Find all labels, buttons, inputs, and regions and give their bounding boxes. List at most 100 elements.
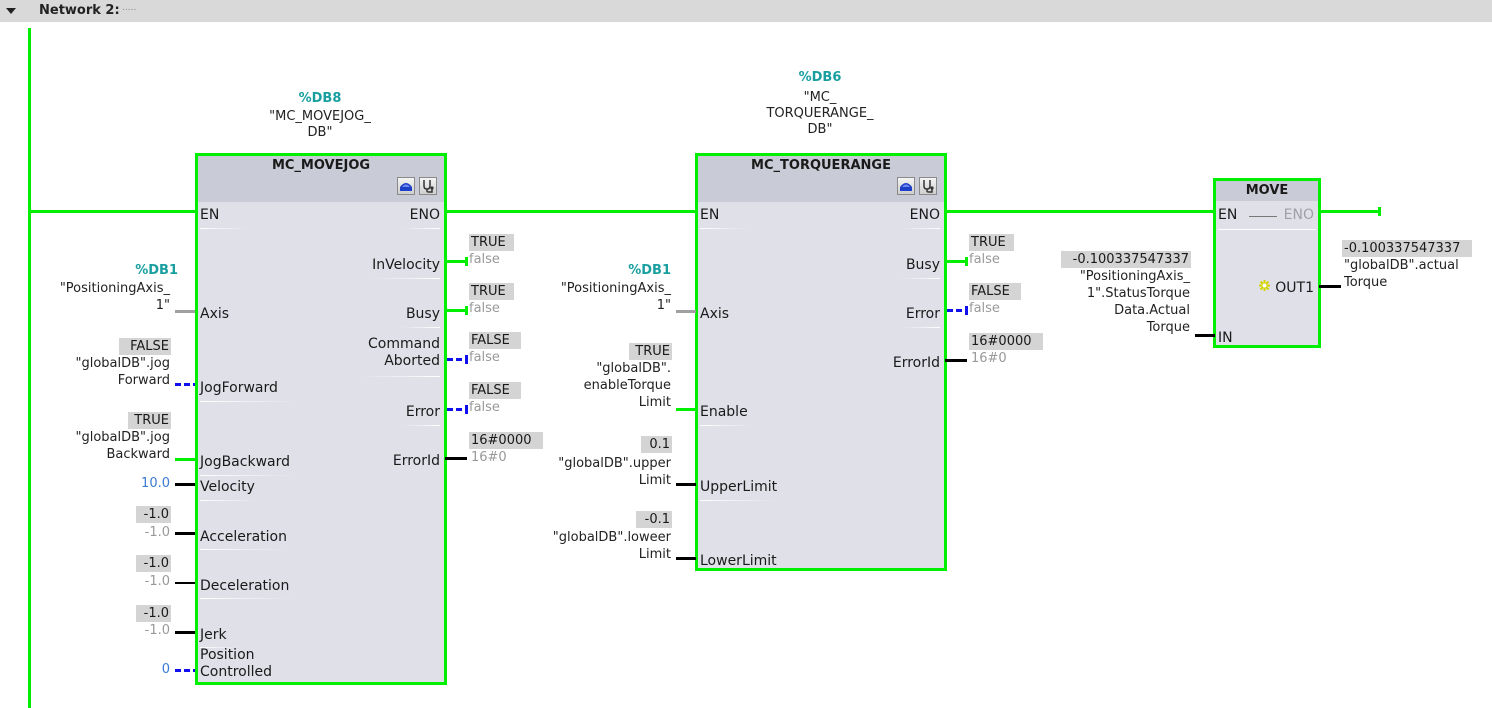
movejog-eno-to-torquerange-en-wire	[445, 210, 697, 213]
movejog-block-name: MC_MOVEJOG	[271, 158, 371, 173]
movejog-pin-jogforward: JogForward	[200, 380, 278, 396]
movejog-errorid-value: 16#0000	[469, 432, 543, 449]
torquerange-pin-busy: Busy	[905, 257, 940, 273]
torquerange-busy-wire	[945, 260, 967, 263]
movejog-pin-deceleration: Deceleration	[200, 578, 290, 594]
add-output-star-icon[interactable]	[1258, 279, 1271, 292]
movejog-acceleration-wire	[175, 532, 195, 535]
move-in-wire	[1195, 334, 1215, 337]
torquerange-enable-operand[interactable]: "globalDB". enableTorque Limit	[584, 360, 671, 411]
movejog-jerk-wire	[175, 631, 195, 634]
movejog-velocity-wire	[175, 483, 195, 486]
movejog-axis-operand[interactable]: "PositioningAxis_ 1"	[60, 280, 170, 314]
torquerange-pin-errorid: ErrorId	[892, 355, 940, 371]
move-eno-wire	[1319, 210, 1379, 213]
movejog-command-aborted-wire	[447, 358, 467, 361]
movejog-jogforward-value: FALSE	[119, 338, 171, 355]
torquerange-pin-upperlimit: UpperLimit	[700, 479, 778, 495]
torquerange-axis-wire	[676, 310, 696, 313]
torquerange-error-default[interactable]: false	[969, 301, 1000, 316]
collapse-triangle-icon[interactable]	[6, 8, 16, 14]
torquerange-busy-default[interactable]: false	[969, 252, 1000, 267]
torquerange-db-number: %DB6	[798, 70, 842, 85]
torquerange-lowerlimit-value: -0.1	[636, 511, 672, 528]
torquerange-error-wire	[947, 309, 967, 312]
movejog-jerk-default: -1.0	[144, 623, 170, 638]
power-rail	[28, 28, 31, 708]
torquerange-eno-to-move-en-wire	[945, 210, 1216, 213]
move-block[interactable]: MOVE EN ENO OUT1 IN	[1213, 178, 1321, 348]
move-pin-en: EN	[1218, 207, 1238, 223]
movejog-pin-busy: Busy	[405, 306, 440, 322]
movejog-acceleration-value: -1.0	[136, 506, 171, 523]
torquerange-pin-en: EN	[700, 207, 720, 223]
network-title: Network 2:	[39, 3, 120, 18]
movejog-command-aborted-default[interactable]: false	[469, 350, 500, 365]
movejog-invelocity-value: TRUE	[469, 234, 514, 251]
network-comment[interactable]: .....	[122, 3, 136, 13]
torquerange-axis-db-number: %DB1	[628, 263, 671, 278]
torquerange-enable-wire	[676, 408, 696, 411]
torquerange-upperlimit-operand[interactable]: "globalDB".upper Limit	[558, 455, 671, 489]
network-header[interactable]: Network 2: .....	[0, 0, 1492, 22]
torquerange-lowerlimit-operand[interactable]: "globalDB".loweer Limit	[553, 529, 671, 563]
movejog-jogbackward-operand[interactable]: "globalDB".jog Backward	[76, 429, 171, 463]
movejog-error-wire	[447, 408, 467, 411]
movejog-position-controlled-constant[interactable]: 0	[162, 662, 170, 677]
movejog-axis-wire	[175, 310, 195, 313]
movejog-error-default[interactable]: false	[469, 400, 500, 415]
movejog-pin-eno: ENO	[409, 207, 440, 223]
movejog-deceleration-value: -1.0	[136, 555, 171, 572]
movejog-busy-value: TRUE	[469, 283, 514, 300]
movejog-jogforward-wire	[175, 383, 195, 386]
movejog-jogbackward-value: TRUE	[128, 412, 171, 429]
movejog-velocity-constant[interactable]: 10.0	[141, 476, 170, 491]
move-out1-operand[interactable]: "globalDB".actual Torque	[1344, 257, 1459, 291]
move-in-value: -0.100337547337	[1061, 251, 1191, 268]
torquerange-pin-lowerlimit: LowerLimit	[700, 553, 777, 569]
movejog-deceleration-wire	[175, 582, 195, 584]
movejog-pin-error: Error	[405, 404, 440, 420]
move-out1-wire	[1319, 285, 1341, 288]
move-eno-wire-end	[1378, 207, 1381, 216]
torquerange-errorid-default[interactable]: 16#0	[971, 351, 1007, 366]
fb-block-icon[interactable]	[897, 177, 915, 195]
movejog-db-name[interactable]: "MC_MOVEJOG_ DB"	[240, 109, 400, 141]
movejog-busy-default[interactable]: false	[469, 301, 500, 316]
move-pin-eno: ENO	[1283, 207, 1314, 223]
movejog-jerk-value: -1.0	[136, 605, 171, 622]
move-pin-out1: OUT1	[1275, 280, 1314, 296]
fb-block-icon[interactable]	[397, 177, 415, 195]
movejog-deceleration-default: -1.0	[144, 574, 170, 589]
torquerange-lowerlimit-wire	[676, 557, 696, 560]
torquerange-pin-axis: Axis	[700, 306, 730, 322]
torquerange-block-name: MC_TORQUERANGE	[751, 158, 891, 173]
movejog-block[interactable]: MC_MOVEJOG EN Axis JogForward JogBackwar…	[195, 153, 447, 685]
movejog-pin-position-controlled: Position Controlled	[200, 647, 272, 680]
move-in-operand[interactable]: "PositioningAxis_ 1".StatusTorque Data.A…	[1080, 268, 1190, 336]
torquerange-upperlimit-value: 0.1	[641, 436, 672, 453]
movejog-pin-invelocity: InVelocity	[372, 257, 440, 273]
movejog-pin-velocity: Velocity	[200, 479, 255, 495]
torquerange-db-name[interactable]: "MC_ TORQUERANGE_ DB"	[740, 90, 900, 138]
movejog-pin-errorid: ErrorId	[392, 453, 440, 469]
torquerange-axis-operand[interactable]: "PositioningAxis_ 1"	[561, 280, 671, 314]
movejog-errorid-default[interactable]: 16#0	[471, 450, 507, 465]
movejog-command-aborted-value: FALSE	[469, 332, 521, 349]
movejog-axis-db-number: %DB1	[135, 263, 178, 278]
movejog-invelocity-wire	[445, 260, 467, 263]
movejog-jogforward-operand[interactable]: "globalDB".jog Forward	[76, 355, 171, 389]
movejog-errorid-wire	[445, 457, 467, 460]
rail-to-movejog-en-wire	[28, 210, 198, 213]
torquerange-block[interactable]: MC_TORQUERANGE EN Axis Enable UpperLimit…	[695, 153, 947, 571]
movejog-busy-wire	[445, 309, 467, 312]
move-out1-value: -0.100337547337	[1342, 240, 1472, 257]
diagnostics-stethoscope-icon[interactable]	[419, 177, 437, 195]
diagnostics-stethoscope-icon[interactable]	[919, 177, 937, 195]
move-block-name: MOVE	[1245, 183, 1289, 198]
movejog-pin-en: EN	[200, 207, 220, 223]
movejog-acceleration-default: -1.0	[144, 525, 170, 540]
torquerange-pin-enable: Enable	[700, 404, 748, 420]
movejog-invelocity-default[interactable]: false	[469, 252, 500, 267]
torquerange-errorid-wire	[945, 359, 967, 362]
